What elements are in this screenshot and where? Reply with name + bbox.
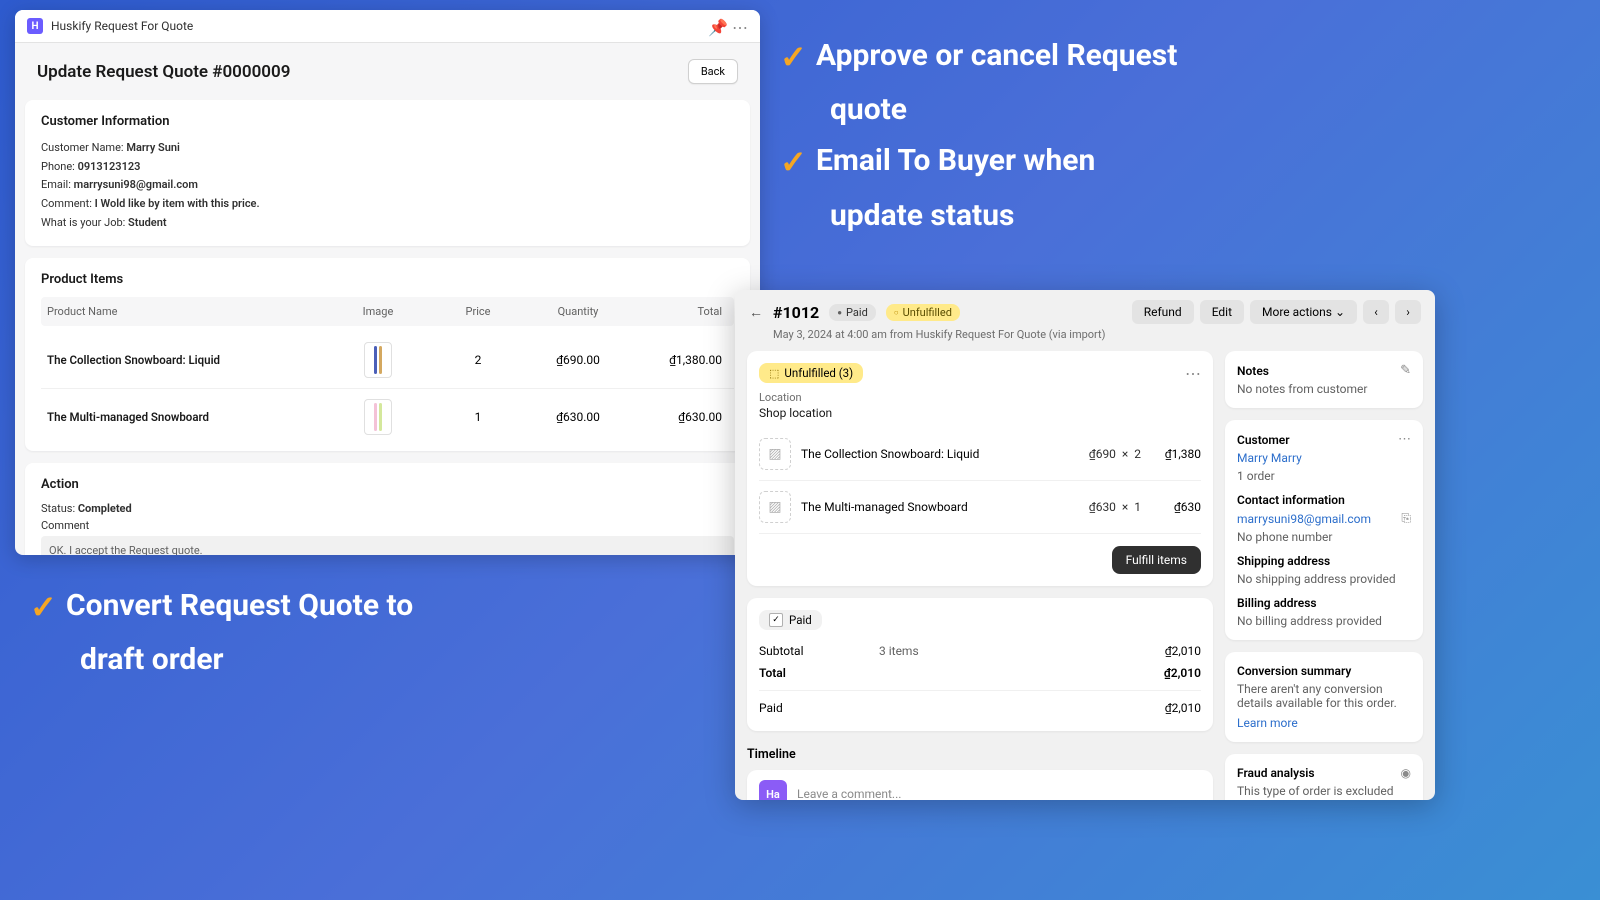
timeline-title: Timeline [747, 743, 1213, 770]
comment-label: Comment [41, 519, 734, 532]
check-icon: ✓ [30, 580, 66, 634]
copy-icon[interactable]: ⎘ [1401, 511, 1411, 526]
learn-more-link[interactable]: Learn more [1237, 716, 1411, 730]
image-placeholder-icon: ▨ [759, 438, 791, 470]
product-thumb [328, 342, 428, 378]
page-title-bar: Update Request Quote #0000009 Back [15, 43, 760, 100]
order-subtitle: May 3, 2024 at 4:00 am from Huskify Requ… [735, 328, 1435, 351]
timeline-card: Ha Leave a comment... ☺ @ # ⊘ Post [747, 770, 1213, 800]
box-icon [769, 366, 779, 380]
fraud-card: Fraud analysis◉ This type of order is ex… [1225, 754, 1423, 800]
check-icon: ✓ [780, 30, 816, 84]
more-actions-button[interactable]: More actions ⌄ [1250, 300, 1357, 324]
next-button[interactable]: › [1395, 300, 1421, 324]
action-card: Action Status: Completed Comment OK. I a… [25, 463, 750, 555]
email-link[interactable]: marrysuni98@gmail.com [1237, 512, 1371, 526]
refund-button[interactable]: Refund [1132, 300, 1194, 324]
back-button[interactable]: Back [688, 59, 738, 84]
image-placeholder-icon: ▨ [759, 491, 791, 523]
product-thumb [328, 399, 428, 435]
eye-icon[interactable]: ◉ [1401, 766, 1411, 780]
order-number: #1012 [773, 303, 819, 322]
location-value: Shop location [759, 406, 1201, 420]
customer-job-row: What is your Job: Student [41, 214, 734, 233]
table-header: Product Name Image Price Quantity Total [41, 297, 734, 326]
pin-icon[interactable]: 📌 [708, 18, 724, 34]
line-item: ▨ The Multi-managed Snowboard ₫630 × 1 ₫… [759, 481, 1201, 534]
app-icon: H [27, 18, 43, 34]
customer-section-title: Customer Information [41, 114, 734, 129]
conversion-card: Conversion summary There aren't any conv… [1225, 652, 1423, 742]
products-card: Product Items Product Name Image Price Q… [25, 258, 750, 451]
timeline-section: Timeline Ha Leave a comment... ☺ @ # ⊘ P [747, 743, 1213, 800]
products-section-title: Product Items [41, 272, 734, 287]
table-row: The Multi-managed Snowboard 1 ₫630.00 ₫6… [41, 388, 734, 445]
caption-right: ✓Approve or cancel Request quote ✓Email … [780, 30, 1440, 241]
paid-pill: Paid [759, 610, 822, 630]
back-arrow-icon[interactable]: ← [749, 304, 763, 321]
app-name: Huskify Request For Quote [51, 19, 700, 33]
location-label: Location [759, 391, 1201, 404]
customer-email-row: Email: marrysuni98@gmail.com [41, 176, 734, 195]
customer-phone-row: Phone: 0913123123 [41, 158, 734, 177]
quote-panel: H Huskify Request For Quote 📌 ⋯ Update R… [15, 10, 760, 555]
payment-card: Paid Subtotal3 items₫2,010 Total₫2,010 P… [747, 598, 1213, 731]
more-icon[interactable]: ⋯ [732, 18, 748, 34]
status-line: Status: Completed [41, 502, 734, 515]
customer-card: Customer⋯ Marry Marry 1 order Contact in… [1225, 420, 1423, 640]
unfulfilled-count-badge: Unfulfilled (3) [759, 363, 863, 383]
avatar: Ha [759, 780, 787, 800]
comment-input[interactable]: OK. I accept the Request quote. [41, 536, 734, 555]
notes-card: Notes✎ No notes from customer [1225, 351, 1423, 408]
customer-link[interactable]: Marry Marry [1237, 451, 1411, 465]
action-title: Action [41, 477, 734, 492]
fulfillment-card: Unfulfilled (3) ⋯ Location Shop location… [747, 351, 1213, 586]
app-header: H Huskify Request For Quote 📌 ⋯ [15, 10, 760, 43]
check-icon: ✓ [780, 135, 816, 189]
order-header: ← #1012 Paid Unfulfilled Refund Edit Mor… [735, 290, 1435, 328]
edit-icon[interactable]: ✎ [1400, 363, 1411, 378]
paid-badge: Paid [829, 304, 876, 321]
line-item: ▨ The Collection Snowboard: Liquid ₫690 … [759, 428, 1201, 481]
chevron-down-icon: ⌄ [1335, 305, 1345, 319]
customer-name-row: Customer Name: Marry Suni [41, 139, 734, 158]
kebab-icon[interactable]: ⋯ [1185, 364, 1201, 383]
comment-input[interactable]: Leave a comment... [797, 787, 1201, 800]
table-row: The Collection Snowboard: Liquid 2 ₫690.… [41, 332, 734, 388]
page-title: Update Request Quote #0000009 [37, 62, 290, 82]
prev-button[interactable]: ‹ [1363, 300, 1389, 324]
unfulfilled-badge: Unfulfilled [886, 304, 960, 321]
edit-button[interactable]: Edit [1200, 300, 1244, 324]
caption-left: ✓Convert Request Quote to draft order [30, 580, 730, 685]
customer-card: Customer Information Customer Name: Marr… [25, 100, 750, 246]
customer-comment-row: Comment: I Wold like by item with this p… [41, 195, 734, 214]
order-panel: ← #1012 Paid Unfulfilled Refund Edit Mor… [735, 290, 1435, 800]
fulfill-button[interactable]: Fulfill items [1112, 546, 1201, 574]
kebab-icon[interactable]: ⋯ [1398, 432, 1411, 447]
